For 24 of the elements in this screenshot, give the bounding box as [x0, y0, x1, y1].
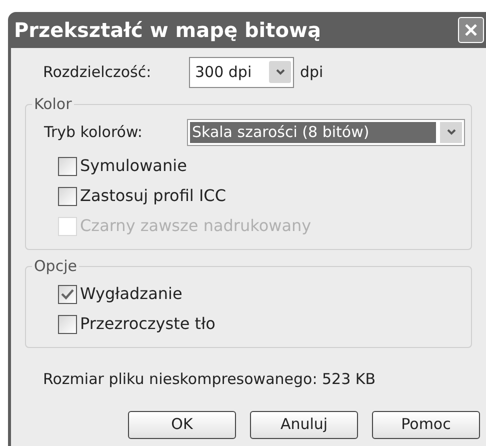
checkbox[interactable] — [58, 186, 77, 206]
dialog-button[interactable]: Anuluj — [250, 410, 358, 438]
resolution-dropdown[interactable]: 300 dpi — [189, 56, 294, 88]
checkbox-label: Czarny zawsze nadrukowany — [80, 215, 312, 237]
window-title: Przekształć w mapę bitową — [14, 17, 321, 44]
caret-icon — [446, 129, 456, 135]
caret-icon — [276, 69, 284, 75]
close-icon — [464, 23, 478, 37]
close-button[interactable] — [458, 17, 484, 43]
color-mode-label: Tryb kolorów: — [44, 122, 144, 143]
checkbox[interactable] — [58, 156, 77, 176]
resolution-label: Rozdzielczość: — [43, 62, 152, 83]
checkbox-label: Symulowanie — [80, 155, 187, 177]
unit-label: dpi — [300, 62, 324, 83]
color-mode-dropdown[interactable]: Skala szarości (8 bitów) — [187, 118, 465, 146]
checkbox[interactable] — [58, 314, 77, 334]
dialog-button[interactable]: Pomoc — [372, 410, 480, 438]
checkbox-label: Wygładzanie — [80, 283, 182, 305]
checkbox[interactable] — [58, 284, 77, 304]
checkbox-label: Zastosuj profil ICC — [80, 185, 226, 207]
dialog-button[interactable]: OK — [128, 410, 236, 438]
checkmark-icon — [61, 288, 74, 300]
file-size-text: Rozmiar pliku nieskompresowanego: 523 KB — [42, 369, 377, 390]
checkbox-label: Przezroczyste tło — [80, 313, 216, 335]
